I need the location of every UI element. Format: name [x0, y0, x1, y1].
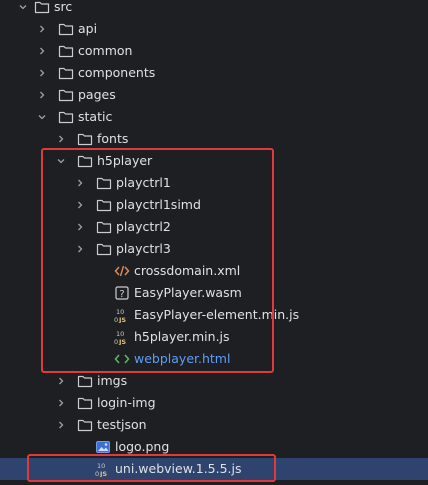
- folder-icon: [58, 87, 74, 103]
- folder-icon: [96, 241, 112, 257]
- tree-file-row[interactable]: 10 0 JS uni.webview.1.5.5.js: [0, 458, 428, 480]
- tree-folder-row[interactable]: playctrl1: [0, 172, 428, 194]
- tree-item-label: playctrl2: [116, 219, 171, 234]
- tree-item-label: pages: [78, 87, 116, 102]
- folder-icon: [96, 197, 112, 213]
- folder-icon: [34, 0, 50, 15]
- tree-item-label: EasyPlayer.wasm: [134, 285, 242, 300]
- chevron-right-icon[interactable]: [36, 40, 48, 62]
- svg-text:JS: JS: [118, 316, 126, 323]
- chevron-right-icon[interactable]: [36, 18, 48, 40]
- tree-item-label: playctrl1: [116, 175, 171, 190]
- project-tree: src api common components pages static fonts h5…: [0, 0, 428, 485]
- chevron-right-icon[interactable]: [74, 172, 86, 194]
- tree-item-label: playctrl3: [116, 241, 171, 256]
- folder-icon: [77, 395, 93, 411]
- xml-file-icon: [114, 263, 130, 279]
- unknown-file-icon: ?: [114, 285, 130, 301]
- tree-file-row[interactable]: 10 0 JS h5player.min.js: [0, 326, 428, 348]
- folder-icon: [77, 373, 93, 389]
- folder-icon: [77, 131, 93, 147]
- chevron-right-icon[interactable]: [55, 392, 67, 414]
- tree-item-label: api: [78, 21, 98, 36]
- tree-file-row[interactable]: 10 0 JS EasyPlayer-element.min.js: [0, 304, 428, 326]
- chevron-right-icon[interactable]: [55, 370, 67, 392]
- svg-text:0: 0: [114, 338, 118, 345]
- tree-item-label: playctrl1simd: [116, 197, 201, 212]
- tree-folder-row[interactable]: api: [0, 18, 428, 40]
- tree-item-label: EasyPlayer-element.min.js: [134, 307, 300, 322]
- tree-folder-row[interactable]: playctrl3: [0, 238, 428, 260]
- chevron-right-icon[interactable]: [36, 62, 48, 84]
- svg-text:0: 0: [95, 470, 99, 477]
- chevron-right-icon[interactable]: [55, 128, 67, 150]
- tree-folder-row[interactable]: h5player: [0, 150, 428, 172]
- tree-file-row[interactable]: crossdomain.xml: [0, 260, 428, 282]
- chevron-down-icon[interactable]: [36, 106, 48, 128]
- svg-text:JS: JS: [118, 338, 126, 345]
- tree-folder-row[interactable]: pages: [0, 84, 428, 106]
- tree-item-label: logo.png: [115, 439, 170, 454]
- tree-item-label: uni.webview.1.5.5.js: [115, 461, 242, 476]
- tree-folder-row[interactable]: src: [0, 0, 428, 18]
- chevron-right-icon[interactable]: [74, 194, 86, 216]
- tree-item-label: static: [78, 109, 113, 124]
- chevron-right-icon[interactable]: [74, 216, 86, 238]
- svg-text:JS: JS: [99, 470, 107, 477]
- chevron-right-icon[interactable]: [36, 84, 48, 106]
- html-file-icon: [114, 351, 130, 367]
- folder-icon: [96, 175, 112, 191]
- tree-item-label: webplayer.html: [134, 351, 231, 366]
- tree-item-label: src: [54, 0, 73, 14]
- tree-item-label: imgs: [97, 373, 128, 388]
- tree-file-row[interactable]: logo.png: [0, 436, 428, 458]
- tree-folder-row[interactable]: login-img: [0, 392, 428, 414]
- svg-text:10: 10: [97, 462, 105, 470]
- folder-icon: [77, 153, 93, 169]
- folder-icon: [96, 219, 112, 235]
- chevron-right-icon[interactable]: [55, 414, 67, 436]
- minified-js-file-icon: 10 0 JS: [114, 307, 130, 323]
- tree-item-label: common: [78, 43, 133, 58]
- svg-text:?: ?: [119, 289, 124, 300]
- tree-item-label: login-img: [97, 395, 156, 410]
- svg-text:10: 10: [116, 308, 124, 316]
- chevron-down-icon[interactable]: [17, 0, 29, 18]
- tree-folder-row[interactable]: imgs: [0, 370, 428, 392]
- svg-text:0: 0: [114, 316, 118, 323]
- tree-file-row[interactable]: webplayer.html: [0, 348, 428, 370]
- svg-text:10: 10: [116, 330, 124, 338]
- tree-folder-row[interactable]: components: [0, 62, 428, 84]
- folder-icon: [58, 109, 74, 125]
- tree-folder-row[interactable]: playctrl1simd: [0, 194, 428, 216]
- chevron-down-icon[interactable]: [55, 150, 67, 172]
- tree-item-label: testjson: [97, 417, 147, 432]
- tree-item-label: fonts: [97, 131, 129, 146]
- folder-icon: [58, 65, 74, 81]
- tree-item-label: crossdomain.xml: [134, 263, 241, 278]
- tree-item-label: components: [78, 65, 156, 80]
- tree-file-row[interactable]: ? EasyPlayer.wasm: [0, 282, 428, 304]
- tree-folder-row[interactable]: fonts: [0, 128, 428, 150]
- tree-item-label: h5player.min.js: [134, 329, 230, 344]
- tree-folder-row[interactable]: playctrl2: [0, 216, 428, 238]
- tree-item-label: h5player: [97, 153, 153, 168]
- tree-folder-row[interactable]: static: [0, 106, 428, 128]
- folder-icon: [58, 43, 74, 59]
- minified-js-file-icon: 10 0 JS: [95, 461, 111, 477]
- chevron-right-icon[interactable]: [74, 238, 86, 260]
- folder-icon: [58, 21, 74, 37]
- image-file-icon: [95, 439, 111, 455]
- minified-js-file-icon: 10 0 JS: [114, 329, 130, 345]
- tree-folder-row[interactable]: testjson: [0, 414, 428, 436]
- folder-icon: [77, 417, 93, 433]
- tree-folder-row[interactable]: common: [0, 40, 428, 62]
